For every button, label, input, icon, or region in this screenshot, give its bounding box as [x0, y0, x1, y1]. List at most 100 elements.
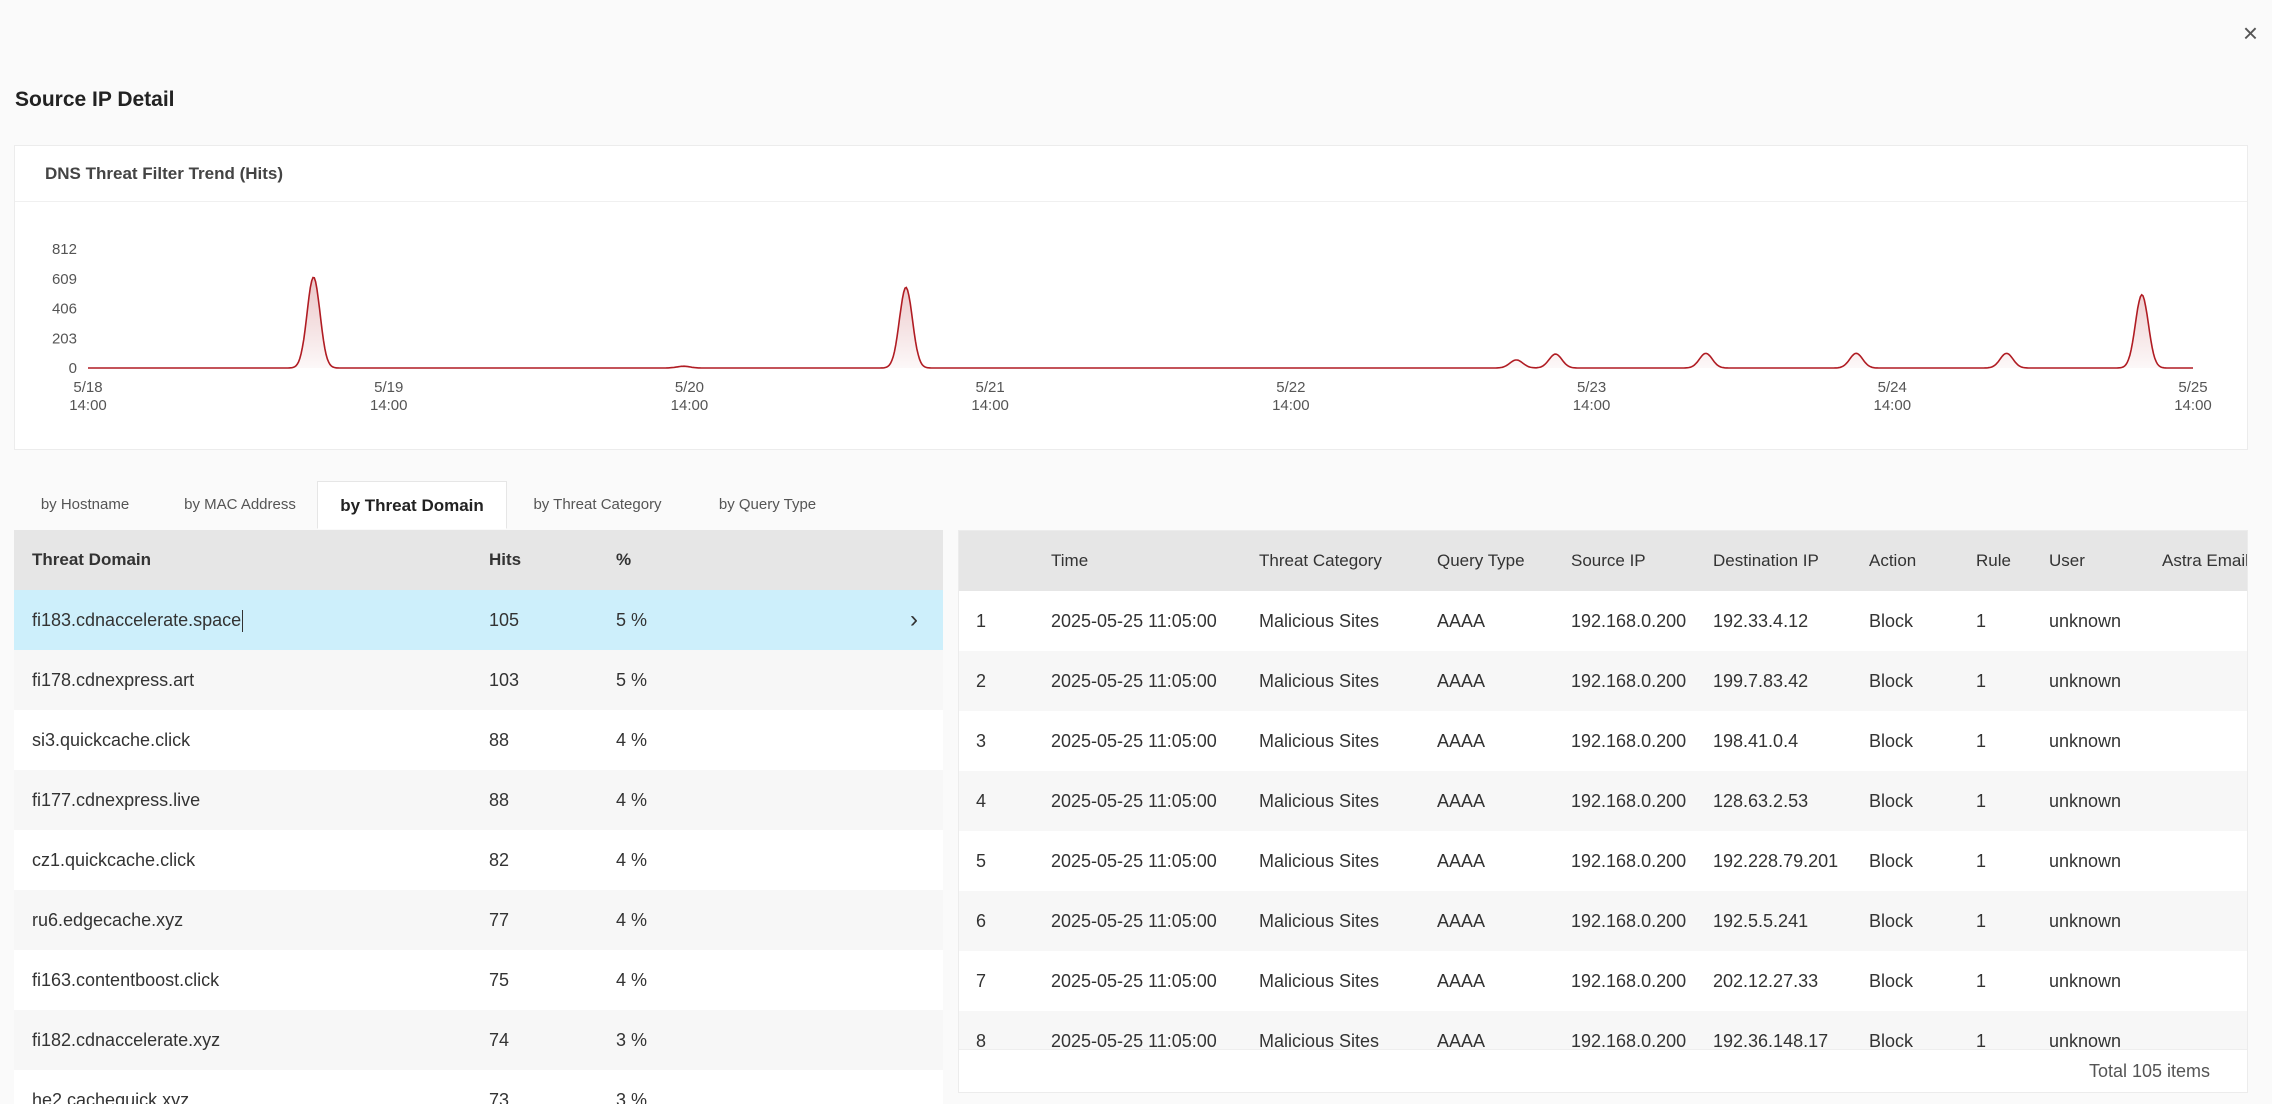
- table-row[interactable]: he2.cachequick.xyz 73 3 %: [14, 1070, 943, 1104]
- domain-cell: fi163.contentboost.click: [32, 950, 219, 1010]
- row-number-cell: 6: [976, 911, 987, 931]
- row-number-cell: 4: [976, 791, 987, 811]
- tab-by-query-type[interactable]: by Query Type: [695, 481, 840, 529]
- threat-category-cell: Malicious Sites: [1259, 791, 1380, 811]
- table-row[interactable]: 8 2025-05-25 11:05:00 Malicious Sites AAAA 1…: [959, 1011, 2247, 1051]
- domain-cell: ru6.edgecache.xyz: [32, 890, 183, 950]
- threat-domain-table: Threat Domain Hits% fi183.cdnaccelerate.sp…: [14, 530, 943, 1104]
- time-cell: 2025-05-25 11:05:00: [1051, 911, 1217, 931]
- column-header-astra-email[interactable]: Astra Email: [2162, 531, 2247, 591]
- action-cell: Block: [1869, 791, 1914, 811]
- time-cell: 2025-05-25 11:05:00: [1051, 791, 1217, 811]
- time-cell: 2025-05-25 11:05:00: [1051, 731, 1217, 751]
- rule-cell: 1: [1976, 671, 1987, 691]
- action-cell: Block: [1869, 911, 1914, 931]
- row-number-cell: 3: [976, 731, 987, 751]
- rule-cell: 1: [1976, 1031, 1987, 1051]
- rule-cell: 1: [1976, 731, 1987, 751]
- row-number-cell: 5: [976, 851, 987, 871]
- table-row[interactable]: fi177.cdnexpress.live 88 4 %: [14, 770, 943, 830]
- table-row[interactable]: si3.quickcache.click 88 4 %: [14, 710, 943, 770]
- table-row[interactable]: 6 2025-05-25 11:05:00 Malicious Sites AAAA 1…: [959, 891, 2247, 951]
- table-row[interactable]: 7 2025-05-25 11:05:00 Malicious Sites AAAA 1…: [959, 951, 2247, 1011]
- action-cell: Block: [1869, 731, 1914, 751]
- rule-cell: 1: [1976, 971, 1987, 991]
- tab-by-hostname[interactable]: by Hostname: [14, 481, 156, 529]
- x-tick-date: 5/19: [374, 379, 403, 396]
- column-header[interactable]: Threat Domain: [32, 530, 151, 590]
- trend-area: [88, 277, 2193, 368]
- action-cell: Block: [1869, 611, 1914, 631]
- user-cell: unknown: [2049, 971, 2122, 991]
- x-tick-date: 5/21: [976, 379, 1005, 396]
- x-tick-date: 5/25: [2178, 379, 2207, 396]
- table-row[interactable]: fi183.cdnaccelerate.space 105 5 % ›: [14, 590, 943, 650]
- destination-ip-cell: 192.33.4.12: [1713, 611, 1809, 631]
- table-header: Threat Domain Hits%: [14, 530, 943, 590]
- column-header[interactable]: Hits: [489, 530, 521, 590]
- destination-ip-cell: 199.7.83.42: [1713, 671, 1809, 691]
- close-icon[interactable]: ×: [2243, 20, 2258, 46]
- y-tick-label: 812: [52, 241, 77, 258]
- percent-cell: 3 %: [616, 1090, 648, 1104]
- trend-chart: 81260940620305/1814:005/1914:005/2014:00…: [52, 241, 2212, 414]
- table-row[interactable]: ru6.edgecache.xyz 77 4 %: [14, 890, 943, 950]
- trend-line: [88, 276, 2193, 369]
- column-header-threat-category[interactable]: Threat Category: [1259, 531, 1382, 591]
- domain-text: cz1.quickcache.click: [32, 850, 196, 870]
- threat-category-cell: Malicious Sites: [1259, 1031, 1380, 1051]
- x-tick-date: 5/23: [1577, 379, 1606, 396]
- query-type-cell: AAAA: [1437, 1031, 1486, 1051]
- table-row[interactable]: 2 2025-05-25 11:05:00 Malicious Sites AAAA 1…: [959, 651, 2247, 711]
- query-type-cell: AAAA: [1437, 671, 1486, 691]
- hits-cell: 103: [489, 670, 520, 690]
- source-ip-cell: 192.168.0.200: [1571, 611, 1687, 631]
- table-row[interactable]: 3 2025-05-25 11:05:00 Malicious Sites AAAA 1…: [959, 711, 2247, 771]
- column-header-user[interactable]: User: [2049, 531, 2085, 591]
- destination-ip-cell: 202.12.27.33: [1713, 971, 1819, 991]
- x-tick-date: 5/22: [1276, 379, 1305, 396]
- query-type-cell: AAAA: [1437, 971, 1486, 991]
- domain-cell: cz1.quickcache.click: [32, 830, 195, 890]
- table-row[interactable]: 4 2025-05-25 11:05:00 Malicious Sites AAAA 1…: [959, 771, 2247, 831]
- action-cell: Block: [1869, 851, 1914, 871]
- table-row[interactable]: fi182.cdnaccelerate.xyz 74 3 %: [14, 1010, 943, 1070]
- domain-text: fi177.cdnexpress.live: [32, 790, 201, 810]
- percent-cell: 4 %: [616, 730, 648, 750]
- column-header[interactable]: %: [616, 530, 631, 590]
- tab-by-threat-domain[interactable]: by Threat Domain: [317, 481, 507, 529]
- query-type-cell: AAAA: [1437, 911, 1486, 931]
- column-header-action[interactable]: Action: [1869, 531, 1916, 591]
- column-header-time[interactable]: Time: [1051, 531, 1088, 591]
- user-cell: unknown: [2049, 851, 2122, 871]
- destination-ip-cell: 128.63.2.53: [1713, 791, 1809, 811]
- column-header-query-type[interactable]: Query Type: [1437, 531, 1525, 591]
- column-header-destination-ip[interactable]: Destination IP: [1713, 531, 1819, 591]
- tab-by-threat-category[interactable]: by Threat Category: [510, 481, 685, 529]
- chevron-right-icon[interactable]: ›: [910, 590, 918, 650]
- table-row[interactable]: fi178.cdnexpress.art 103 5 %: [14, 650, 943, 710]
- user-cell: unknown: [2049, 1031, 2122, 1051]
- rule-cell: 1: [1976, 611, 1987, 631]
- table-header: Time Threat Category Query Type Source IP De…: [959, 531, 2247, 591]
- column-header-rule[interactable]: Rule: [1976, 531, 2011, 591]
- table-row[interactable]: 1 2025-05-25 11:05:00 Malicious Sites AAAA 1…: [959, 591, 2247, 651]
- source-ip-cell: 192.168.0.200: [1571, 731, 1687, 751]
- column-header-source-ip[interactable]: Source IP: [1571, 531, 1646, 591]
- table-row[interactable]: 5 2025-05-25 11:05:00 Malicious Sites AAAA 1…: [959, 831, 2247, 891]
- x-tick-time: 14:00: [1272, 397, 1310, 414]
- page-title: Source IP Detail: [15, 88, 175, 111]
- table-row[interactable]: fi163.contentboost.click 75 4 %: [14, 950, 943, 1010]
- time-cell: 2025-05-25 11:05:00: [1051, 611, 1217, 631]
- rule-cell: 1: [1976, 911, 1987, 931]
- table-row[interactable]: cz1.quickcache.click 82 4 %: [14, 830, 943, 890]
- action-cell: Block: [1869, 1031, 1914, 1051]
- tab-by-mac-address[interactable]: by MAC Address: [170, 481, 310, 529]
- percent-cell: 4 %: [616, 970, 648, 990]
- row-number-cell: 2: [976, 671, 987, 691]
- domain-text: fi182.cdnaccelerate.xyz: [32, 1030, 221, 1050]
- hits-cell: 88: [489, 790, 510, 810]
- x-tick-time: 14:00: [370, 397, 408, 414]
- x-tick-date: 5/24: [1878, 379, 1907, 396]
- action-cell: Block: [1869, 671, 1914, 691]
